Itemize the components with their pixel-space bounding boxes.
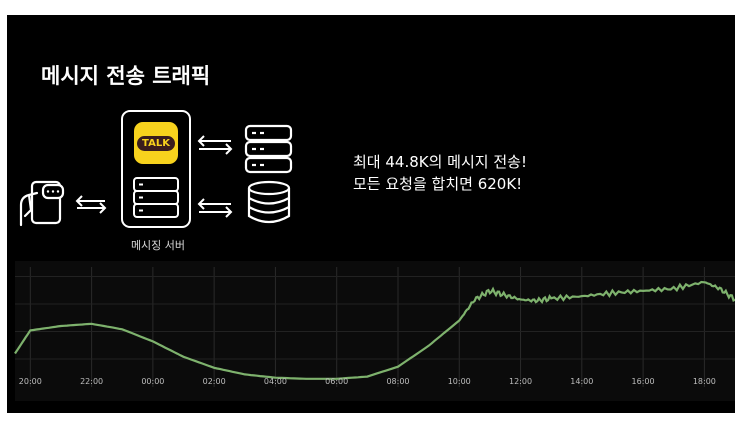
- chart-x-tick-label: 04:00: [264, 377, 287, 386]
- chart-x-tick-label: 00:00: [141, 377, 164, 386]
- messaging-server-phone: TALK: [121, 110, 191, 228]
- traffic-chart: 20:00 22:00 00:00 02:00 04:00 06:00 08:00 10:00…: [14, 261, 735, 401]
- chart-x-tick-label: 18:00: [693, 377, 716, 386]
- stats-line-1: 최대 44.8K의 메시지 전송!: [353, 153, 527, 171]
- chart-x-tick-label: 08:00: [386, 377, 409, 386]
- bidirectional-arrow-icon: [75, 195, 107, 214]
- chat-phone-icon: [19, 180, 65, 227]
- caption-marker: [0, 413, 7, 425]
- bidirectional-arrow-icon: [197, 135, 233, 218]
- stats-line-2: 모든 요청을 합치면 620K!: [353, 175, 523, 193]
- chart-x-tick-label: 22:00: [80, 377, 103, 386]
- talk-label: TALK: [137, 135, 175, 151]
- stats-text: 최대 44.8K의 메시지 전송! 모든 요청을 합치면 620K!: [353, 151, 527, 195]
- slide-graphics: 20:00 22:00 00:00 02:00 04:00 06:00 08:00 10:00…: [14, 124, 735, 401]
- caption-text: 초당 트래픽 대시지 전송 요량: [10, 413, 209, 425]
- slide: 메시지 전송 트래픽 20:00 22:00 00:00 02:00 04:00…: [7, 15, 735, 413]
- chart-x-tick-label: 12:00: [509, 377, 532, 386]
- chart-x-tick-label: 10:00: [448, 377, 471, 386]
- chart-x-tick-label: 02:00: [203, 377, 226, 386]
- chart-x-tick-label: 20:00: [19, 377, 42, 386]
- server-label: 메시징 서버: [130, 239, 186, 252]
- caption-strip: 초당 트래픽 대시지 전송 요량: [7, 413, 735, 425]
- database-icon: [247, 180, 291, 224]
- talk-app-icon: TALK: [134, 122, 178, 164]
- server-icon: [244, 124, 293, 174]
- chart-x-tick-label: 16:00: [632, 377, 655, 386]
- chart-x-tick-label: 06:00: [325, 377, 348, 386]
- chart-x-tick-label: 14:00: [570, 377, 593, 386]
